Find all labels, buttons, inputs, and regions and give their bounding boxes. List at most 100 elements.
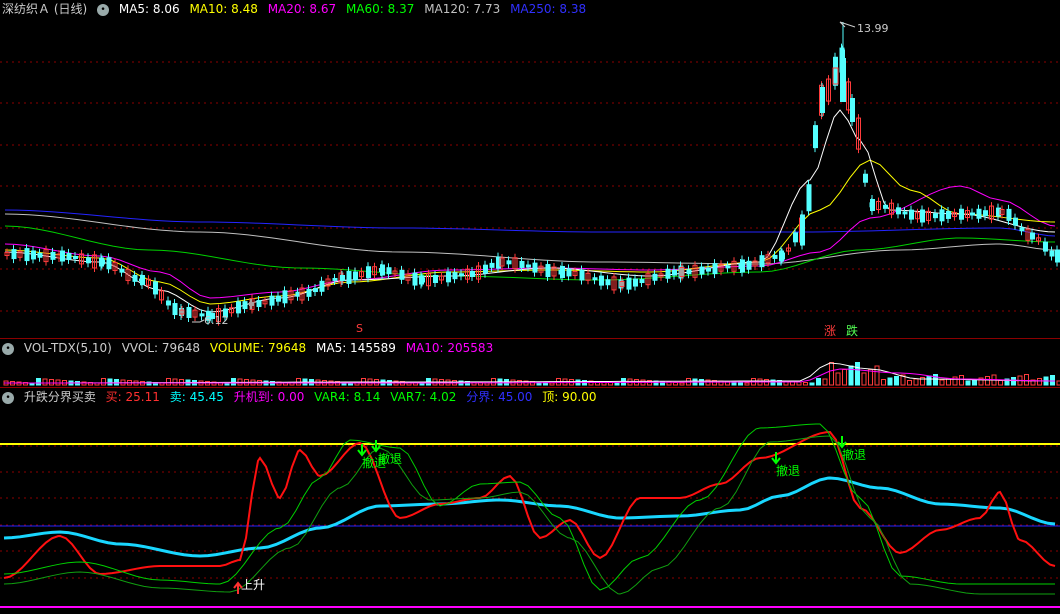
volume-bar xyxy=(881,379,886,386)
price-chart-svg[interactable] xyxy=(0,0,1060,338)
ma60-line xyxy=(4,225,1056,281)
volume-bar xyxy=(842,369,847,386)
candle-body xyxy=(11,249,17,260)
candle-body xyxy=(1013,217,1018,226)
candle-body xyxy=(452,272,458,280)
volume-bar xyxy=(1037,378,1042,386)
candle-body xyxy=(725,265,731,269)
candle-body xyxy=(793,232,798,243)
signal-lines xyxy=(3,423,1056,595)
s-marker: S xyxy=(356,322,363,335)
low-arrow xyxy=(192,319,205,323)
candle-body xyxy=(909,209,914,220)
candle-body xyxy=(870,199,875,211)
candles xyxy=(4,22,1060,326)
volume-bar xyxy=(913,378,919,386)
settings-icon[interactable]: • xyxy=(2,391,14,404)
candle-body xyxy=(672,269,677,276)
candle-body xyxy=(140,275,145,285)
candle-body xyxy=(1055,249,1060,263)
candle-body xyxy=(850,98,855,122)
candle-body xyxy=(626,277,632,290)
volume-bar xyxy=(874,365,880,386)
candle-body xyxy=(24,248,30,262)
volume-bar xyxy=(1011,377,1016,386)
volume-bar xyxy=(985,376,990,386)
candle-body xyxy=(319,280,325,292)
candle-body xyxy=(946,210,951,219)
sell-value: 卖: 45.45 xyxy=(169,390,224,404)
price-header: 深纺织Ａ (日线) • MA5: 8.06 MA10: 8.48 MA20: 8… xyxy=(0,0,592,18)
candle-body xyxy=(346,270,352,284)
candle-body xyxy=(959,208,964,220)
candle-body xyxy=(37,252,43,258)
volume-pane[interactable]: • VOL-TDX(5,10) VVOL: 79648 VOLUME: 7964… xyxy=(0,339,1060,387)
candle-body xyxy=(256,300,262,308)
candle-body xyxy=(772,254,778,259)
candle-body xyxy=(506,260,512,265)
candle-body xyxy=(740,259,745,273)
candle-body xyxy=(172,303,178,316)
rise-chance-value: 升机到: 0.00 xyxy=(233,390,305,404)
exit-signal-label-4: 撤退 xyxy=(842,448,867,462)
top-value: 顶: 90.00 xyxy=(542,390,597,404)
candle-body xyxy=(920,209,925,223)
volume-title: VOL-TDX(5,10) xyxy=(23,341,112,355)
candle-body xyxy=(976,208,982,219)
signal-pane[interactable]: • 升跌分界买卖 买: 25.11 卖: 45.45 升机到: 0.00 VAR… xyxy=(0,388,1060,614)
volume-bar xyxy=(998,380,1003,386)
volume-bar xyxy=(114,379,119,386)
volume-bar xyxy=(939,379,945,386)
volume-bar xyxy=(36,378,41,386)
candle-body xyxy=(106,257,112,270)
candle-body xyxy=(73,255,78,259)
volume-bar xyxy=(673,382,678,386)
ma250-value: MA250: 8.38 xyxy=(510,2,587,16)
volume-bar xyxy=(738,382,743,386)
settings-icon[interactable]: • xyxy=(97,3,110,16)
signal-title: 升跌分界买卖 xyxy=(23,390,96,404)
volume-bar xyxy=(861,372,867,386)
volume-bar xyxy=(549,382,555,386)
price-pane[interactable]: 深纺织Ａ (日线) • MA5: 8.06 MA10: 8.48 MA20: 8… xyxy=(0,0,1060,338)
settings-icon[interactable]: • xyxy=(2,342,14,355)
candle-body xyxy=(605,279,611,286)
high-price-label: 13.99 xyxy=(857,22,889,35)
volume-bar xyxy=(614,382,620,386)
candle-body xyxy=(902,211,908,215)
candle-body xyxy=(31,250,36,260)
candle-body xyxy=(592,277,598,281)
candle-body xyxy=(712,263,718,275)
candle-body xyxy=(489,262,495,268)
candle-body xyxy=(1030,232,1035,240)
exit-signal-label-3: 撤退 xyxy=(776,464,801,478)
ma5-value: MA5: 8.06 xyxy=(118,2,180,16)
candle-body xyxy=(983,210,988,217)
exit-signal-label-2: 撤退 xyxy=(378,452,403,466)
signal-chart-svg[interactable] xyxy=(0,388,1060,614)
rise-marker: 涨 xyxy=(824,324,837,338)
candle-body xyxy=(459,273,464,277)
candle-body xyxy=(1049,250,1055,257)
candle-body xyxy=(652,273,658,281)
var4-value: VAR4: 8.14 xyxy=(314,390,381,404)
candle-body xyxy=(633,278,638,287)
candle-body xyxy=(896,207,901,215)
volume-bar xyxy=(744,382,750,386)
price-annotations xyxy=(192,21,856,323)
candle-body xyxy=(863,173,868,183)
candle-body xyxy=(1006,208,1012,221)
candle-body xyxy=(665,268,671,279)
candle-body xyxy=(366,266,371,279)
stock-title: 深纺织Ａ (日线) xyxy=(2,2,88,16)
candle-body xyxy=(332,277,338,281)
candle-body xyxy=(433,274,438,283)
candle-body xyxy=(340,275,345,281)
volume-bar xyxy=(965,380,971,386)
boundary-value: 分界: 45.00 xyxy=(466,390,533,404)
low-price-label: 6.12 xyxy=(204,314,229,327)
volume-bar xyxy=(868,369,873,386)
candle-body xyxy=(806,184,812,212)
candle-body xyxy=(412,272,418,286)
vol-ma10-value: MA10: 205583 xyxy=(405,341,494,355)
